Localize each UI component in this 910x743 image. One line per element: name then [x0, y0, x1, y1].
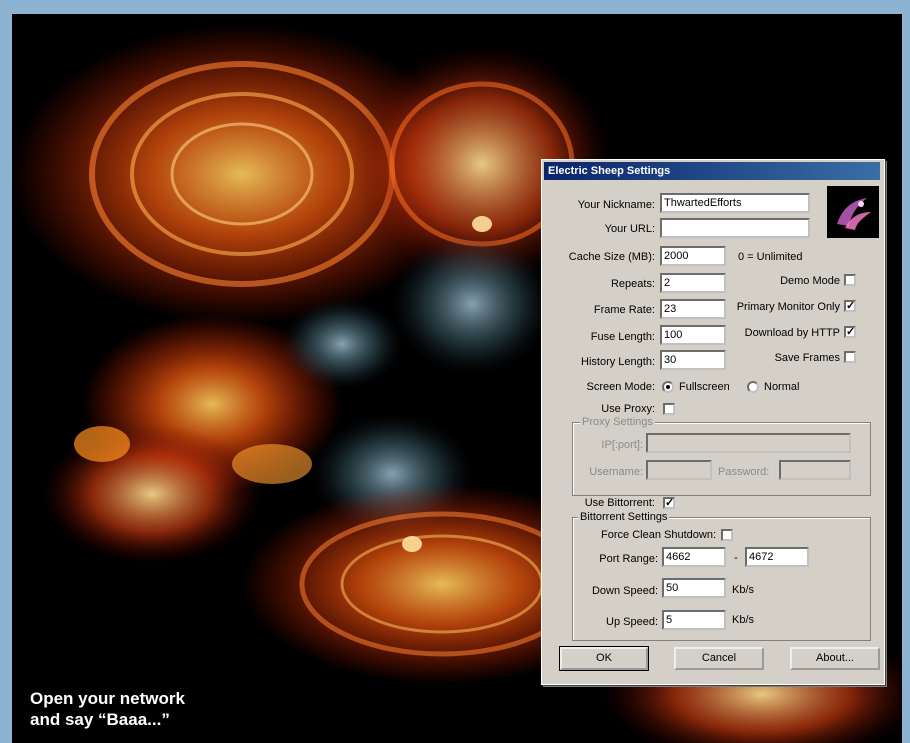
down-speed-field[interactable]: 50	[662, 578, 726, 598]
dialog-title: Electric Sheep Settings	[548, 165, 671, 177]
normal-label: Normal	[764, 381, 800, 393]
history-length-label: History Length:	[581, 356, 655, 368]
screen-mode-label: Screen Mode:	[586, 381, 655, 393]
url-field[interactable]	[660, 218, 810, 238]
check-mark-icon: ✓	[846, 326, 856, 338]
username-field	[646, 460, 712, 480]
fuse-length-label: Fuse Length:	[590, 331, 655, 343]
port-range-dash: -	[734, 552, 738, 564]
caption-line-1: Open your network	[30, 689, 185, 708]
history-length-field[interactable]: 30	[660, 350, 726, 370]
dialog-title-bar[interactable]: Electric Sheep Settings	[544, 162, 880, 180]
cache-size-field[interactable]: 2000	[660, 246, 726, 266]
username-label: Username:	[589, 466, 643, 478]
port-from-field[interactable]: 4662	[662, 547, 726, 567]
port-range-label: Port Range:	[599, 553, 658, 565]
force-clean-shutdown-checkbox[interactable]	[721, 529, 733, 541]
use-bittorrent-label: Use Bittorrent:	[584, 497, 655, 509]
up-speed-field[interactable]: 5	[662, 610, 726, 630]
proxy-settings-label: Proxy Settings	[580, 416, 655, 428]
repeats-field[interactable]: 2	[660, 273, 726, 293]
bittorrent-settings-label: Bittorrent Settings	[578, 511, 670, 523]
url-label: Your URL:	[604, 223, 655, 235]
down-speed-unit: Kb/s	[732, 584, 755, 596]
use-proxy-checkbox[interactable]	[663, 403, 675, 415]
force-clean-shutdown-label: Force Clean Shutdown:	[601, 529, 716, 541]
frame-rate-field[interactable]: 23	[660, 299, 726, 319]
caption: Open your network and say “Baaa...”	[30, 688, 185, 730]
password-field	[779, 460, 851, 480]
password-label: Password:	[718, 466, 770, 478]
down-speed-label: Down Speed:	[591, 585, 658, 597]
nickname-field[interactable]: ThwartedEfforts	[660, 193, 810, 213]
up-speed-label: Up Speed:	[606, 616, 658, 628]
save-frames-label: Save Frames	[774, 352, 840, 364]
about-button[interactable]: About...	[790, 647, 880, 670]
settings-dialog: Electric Sheep Settings Your Nickname: T…	[541, 159, 885, 685]
primary-monitor-label: Primary Monitor Only	[736, 301, 840, 313]
frame-rate-label: Frame Rate:	[593, 304, 655, 316]
cache-size-label: Cache Size (MB):	[568, 251, 655, 263]
download-http-label: Download by HTTP	[744, 327, 840, 339]
electric-sheep-logo-icon	[827, 186, 879, 238]
ok-button[interactable]: OK	[559, 646, 649, 671]
check-mark-icon: ✓	[665, 497, 675, 509]
use-proxy-label: Use Proxy:	[601, 403, 655, 415]
up-speed-unit: Kb/s	[732, 614, 755, 626]
demo-mode-label: Demo Mode	[780, 275, 840, 287]
caption-line-2: and say “Baaa...”	[30, 710, 170, 729]
check-mark-icon: ✓	[846, 300, 856, 312]
ip-port-field	[646, 433, 851, 453]
cancel-button[interactable]: Cancel	[674, 647, 764, 670]
fullscreen-radio[interactable]	[662, 381, 674, 393]
use-bittorrent-checkbox[interactable]: ✓	[663, 497, 675, 509]
cache-unlimited-note: 0 = Unlimited	[738, 251, 803, 263]
repeats-label: Repeats:	[610, 278, 655, 290]
fullscreen-label: Fullscreen	[679, 381, 730, 393]
port-to-field[interactable]: 4672	[745, 547, 809, 567]
ip-port-label: IP[:port]:	[601, 439, 643, 451]
save-frames-checkbox[interactable]	[844, 351, 856, 363]
nickname-label: Your Nickname:	[577, 199, 655, 211]
download-http-checkbox[interactable]: ✓	[844, 326, 856, 338]
normal-radio[interactable]	[747, 381, 759, 393]
primary-monitor-checkbox[interactable]: ✓	[844, 300, 856, 312]
demo-mode-checkbox[interactable]	[844, 274, 856, 286]
fuse-length-field[interactable]: 100	[660, 325, 726, 345]
